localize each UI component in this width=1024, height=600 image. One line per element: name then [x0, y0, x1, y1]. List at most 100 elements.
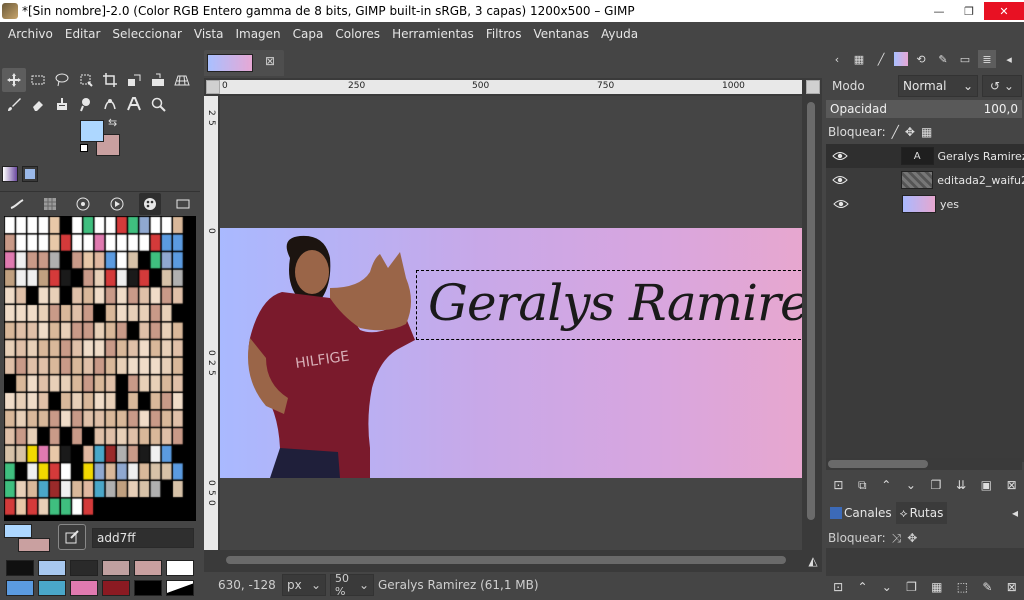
move-tool-icon[interactable]	[2, 68, 26, 92]
new-layer-icon[interactable]: ⊡	[833, 478, 843, 492]
recent-color-11[interactable]	[134, 580, 162, 596]
scroll-thumb[interactable]	[828, 460, 928, 468]
layer-name[interactable]: Geralys Ramirez	[938, 150, 1024, 163]
opacity-slider[interactable]: Opacidad 100,0	[826, 100, 1022, 118]
text-icon[interactable]	[122, 92, 146, 116]
menu-capa[interactable]: Capa	[287, 27, 330, 41]
recent-color-8[interactable]	[38, 580, 66, 596]
rect-select-icon[interactable]	[26, 68, 50, 92]
undo-history-tab-icon[interactable]: ⟲	[912, 50, 930, 68]
smudge-icon[interactable]	[74, 92, 98, 116]
scroll-thumb[interactable]	[226, 556, 786, 564]
paths-tab-icon[interactable]: ✎	[934, 50, 952, 68]
path-to-selection-icon[interactable]: ▦	[931, 580, 942, 594]
canvas-viewport[interactable]: HILFIGE Geralys Ramirez	[220, 96, 802, 550]
gradient-tab-icon[interactable]	[2, 166, 18, 182]
close-button[interactable]: ✕	[984, 2, 1024, 20]
eye-icon[interactable]	[826, 196, 856, 212]
crop-icon[interactable]	[98, 68, 122, 92]
tab-rutas[interactable]: ⟡ Rutas	[895, 502, 948, 524]
horizontal-scrollbar[interactable]	[220, 554, 805, 566]
layer-row[interactable]: A Geralys Ramirez	[826, 144, 1024, 168]
paintbrush-icon[interactable]	[2, 92, 26, 116]
layers-list[interactable]: A Geralys Ramirez editada2_waifu2 yes	[826, 144, 1024, 462]
recent-color-2[interactable]	[38, 560, 66, 576]
vertical-ruler[interactable]: 2 5 0 0 2 5 0 5 0	[204, 96, 218, 550]
menu-editar[interactable]: Editar	[59, 27, 107, 41]
new-path-icon[interactable]: ⊡	[833, 580, 843, 594]
layers-hscrollbar[interactable]	[826, 458, 1022, 470]
duplicate-layer-icon[interactable]: ❐	[931, 478, 942, 492]
color-palette-grid[interactable]	[4, 216, 196, 521]
images-tab-icon[interactable]: ▭	[956, 50, 974, 68]
duplicate-path-icon[interactable]: ❐	[906, 580, 917, 594]
transform-icon[interactable]	[122, 68, 146, 92]
lock-alpha-icon[interactable]: ▦	[921, 125, 932, 139]
selection-to-path-icon[interactable]: ⬚	[957, 580, 968, 594]
color-picker-button[interactable]	[58, 524, 86, 550]
recent-color-3[interactable]	[70, 560, 98, 576]
paths-icon[interactable]	[98, 92, 122, 116]
brushes-tab-icon[interactable]	[6, 193, 28, 215]
lasso-icon[interactable]	[50, 68, 74, 92]
document-history-tab-icon[interactable]	[106, 193, 128, 215]
recent-color-5[interactable]	[134, 560, 162, 576]
perspective-icon[interactable]	[170, 68, 194, 92]
foreground-color-swatch[interactable]	[80, 120, 104, 142]
palette-tab-icon[interactable]	[138, 192, 161, 215]
scroll-thumb[interactable]	[807, 102, 815, 520]
swap-colors-icon[interactable]: ⇆	[108, 116, 117, 129]
lower-path-icon[interactable]: ⌄	[882, 580, 892, 594]
lock-path-icon[interactable]: ⤨	[892, 531, 902, 546]
banner-text[interactable]: Geralys Ramirez	[428, 274, 802, 332]
image-canvas[interactable]: HILFIGE Geralys Ramirez	[220, 228, 802, 478]
foreground-color-swatch-small[interactable]	[4, 524, 32, 538]
merge-down-icon[interactable]: ⇊	[956, 478, 966, 492]
menu-seleccionar[interactable]: Seleccionar	[106, 27, 187, 41]
menu-ayuda[interactable]: Ayuda	[595, 27, 644, 41]
zoom-lock-button[interactable]	[806, 80, 820, 94]
delete-path-icon[interactable]: ⊠	[1007, 580, 1017, 594]
lock-pixels-icon[interactable]: ╱	[892, 125, 899, 139]
layer-name[interactable]: yes	[940, 198, 959, 211]
hex-color-input[interactable]	[92, 528, 194, 548]
fg-bg-colors[interactable]: ⇆	[80, 116, 124, 160]
eye-icon[interactable]	[826, 172, 855, 188]
vertical-scrollbar[interactable]	[805, 96, 817, 550]
minimize-button[interactable]: —	[924, 2, 954, 20]
tool-options-tab-icon[interactable]: ▦	[850, 50, 868, 68]
menu-colores[interactable]: Colores	[329, 27, 386, 41]
brush-tab-icon[interactable]: ╱	[872, 50, 890, 68]
close-tab-button[interactable]: ⊠	[262, 54, 278, 70]
warp-icon[interactable]	[146, 68, 170, 92]
menu-herramientas[interactable]: Herramientas	[386, 27, 480, 41]
dock-menu-icon[interactable]: ◂	[1000, 50, 1018, 68]
eraser-icon[interactable]	[26, 92, 50, 116]
fuzzy-select-icon[interactable]	[74, 68, 98, 92]
mode-options-button[interactable]: ↺ ⌄	[982, 75, 1022, 97]
maximize-button[interactable]: ❐	[954, 2, 984, 20]
background-color-swatch-small[interactable]	[18, 538, 50, 552]
zoom-select[interactable]: 50 % ⌄	[330, 572, 374, 598]
add-mask-icon[interactable]: ▣	[981, 478, 992, 492]
navigate-icon[interactable]: ◭	[806, 554, 820, 568]
stroke-path-icon[interactable]: ✎	[982, 580, 992, 594]
recent-color-6[interactable]	[166, 560, 194, 576]
layers-tab-icon[interactable]: ≣	[978, 50, 996, 68]
zoom-icon[interactable]	[146, 92, 170, 116]
menu-ventanas[interactable]: Ventanas	[527, 27, 595, 41]
recent-color-7[interactable]	[6, 580, 34, 596]
paths-list[interactable]	[826, 548, 1024, 576]
recent-color-12[interactable]	[166, 580, 194, 596]
fonts-tab-icon[interactable]	[72, 193, 94, 215]
layer-name[interactable]: editada2_waifu2	[937, 174, 1024, 187]
menu-vista[interactable]: Vista	[188, 27, 230, 41]
recent-color-1[interactable]	[6, 560, 34, 576]
menu-archivo[interactable]: Archivo	[2, 27, 59, 41]
tab-canales[interactable]: Canales	[826, 502, 896, 524]
recent-color-10[interactable]	[102, 580, 130, 596]
layer-row[interactable]: yes	[826, 192, 1024, 216]
lock-position-icon[interactable]: ✥	[905, 125, 915, 139]
gradient-tab-icon[interactable]	[894, 52, 908, 66]
recent-color-4[interactable]	[102, 560, 130, 576]
